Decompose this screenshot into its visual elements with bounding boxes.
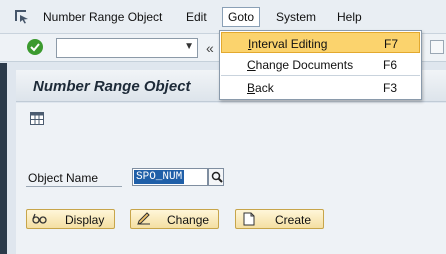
menu-item-label: Interval Editing [248,37,328,51]
new-document-icon [243,212,255,226]
value-help-button[interactable] [208,168,224,186]
menu-item-shortcut: F7 [384,37,399,51]
create-button-label: Create [275,213,312,227]
page-title: Number Range Object [33,78,191,95]
menu-item-back[interactable]: Back F3 [221,77,420,98]
double-chevron-left-icon[interactable]: « [206,40,214,56]
menu-item-label: Back [247,81,274,95]
menu-help[interactable]: Help [337,10,362,24]
change-button[interactable]: Change [130,209,219,229]
label-underline [26,186,122,187]
menu-item-shortcut: F3 [383,81,398,95]
application-area: Object Name SPO_NUM Display Change Creat… [16,103,446,254]
create-button[interactable]: Create [235,209,324,229]
command-field[interactable]: ▼ [56,38,198,58]
menu-number-range-object[interactable]: Number Range Object [43,10,162,24]
menu-goto[interactable]: Goto [222,7,261,27]
object-name-label: Object Name [28,171,99,185]
glasses-icon [32,213,47,224]
menu-item-interval-editing[interactable]: Interval Editing F7 [221,32,420,53]
object-name-value: SPO_NUM [134,170,185,184]
menu-expand-icon[interactable] [14,8,30,24]
chevron-down-icon[interactable]: ▼ [184,41,194,52]
toolbar-button-icon[interactable] [430,40,444,54]
goto-dropdown-menu: Interval Editing F7 Change Documents F6 … [219,30,422,100]
object-name-input[interactable]: SPO_NUM [132,168,208,186]
menu-system[interactable]: System [276,10,316,24]
menu-bar: Number Range Object Edit Goto System Hel… [0,0,446,34]
search-icon [211,171,223,183]
menu-item-shortcut: F6 [383,58,398,72]
menu-edit[interactable]: Edit [186,10,207,24]
left-frame-strip [0,63,7,254]
green-check-icon[interactable] [27,39,43,55]
table-icon[interactable] [30,112,44,125]
display-button[interactable]: Display [26,209,115,229]
change-button-label: Change [167,213,210,227]
menu-divider [221,75,420,76]
pencil-icon [137,212,150,225]
menu-item-label: Change Documents [247,58,354,72]
display-button-label: Display [65,213,105,227]
menu-item-change-documents[interactable]: Change Documents F6 [221,54,420,75]
